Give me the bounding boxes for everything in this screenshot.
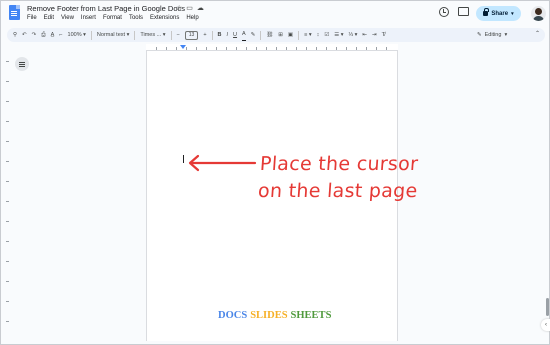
highlight-icon[interactable]: ✎ xyxy=(251,29,256,41)
font-value: Times ... xyxy=(140,32,162,38)
side-panel-toggle-icon[interactable]: ‹ xyxy=(541,319,550,331)
share-button[interactable]: Share ▾ xyxy=(476,6,521,21)
zoom-select[interactable]: 100% ▾ xyxy=(68,29,86,41)
zoom-value: 100% xyxy=(67,32,82,38)
style-select[interactable]: Normal text ▾ xyxy=(97,29,129,41)
vertical-ruler[interactable] xyxy=(4,51,11,341)
share-label: Share xyxy=(491,10,509,17)
undo-icon[interactable]: ↶ xyxy=(22,29,27,41)
align-icon[interactable]: ≡ ▾ xyxy=(304,29,312,41)
menu-file[interactable]: File xyxy=(27,15,37,21)
italic-button[interactable]: I xyxy=(227,29,229,41)
numbered-list-icon[interactable]: ⅓ ▾ xyxy=(349,29,358,41)
menu-tools[interactable]: Tools xyxy=(129,15,143,21)
comments-icon[interactable] xyxy=(458,7,469,16)
move-folder-icon[interactable]: ▭ xyxy=(186,4,193,12)
annotation-arrow-icon xyxy=(188,154,257,172)
checklist-icon[interactable]: ☑ xyxy=(324,29,329,41)
star-icon[interactable]: ☆ xyxy=(176,4,182,12)
annotation-text: Place the cursor on the last page xyxy=(257,151,420,205)
underline-button[interactable]: U xyxy=(233,29,237,41)
divider xyxy=(134,30,136,40)
divider xyxy=(260,30,262,40)
increase-indent-icon[interactable]: ⇥ xyxy=(372,29,377,41)
bold-button[interactable]: B xyxy=(218,29,222,41)
clear-formatting-icon[interactable]: T̸ xyxy=(382,29,385,41)
paint-format-icon[interactable]: ⌐ xyxy=(59,29,62,41)
decrease-indent-icon[interactable]: ⇤ xyxy=(362,29,367,41)
footer-word-slides: SLIDES xyxy=(250,310,288,321)
search-menus-icon[interactable]: ⚲ xyxy=(13,29,17,41)
editing-mode-label: Editing xyxy=(484,32,502,38)
lock-icon xyxy=(483,8,490,16)
print-icon[interactable]: ⎙ xyxy=(41,29,45,41)
footer-word-docs: DOCS xyxy=(218,310,248,321)
menu-format[interactable]: Format xyxy=(103,15,122,21)
increase-font-size-button[interactable]: + xyxy=(203,29,206,41)
line-spacing-icon[interactable]: ↕ xyxy=(317,29,320,41)
divider xyxy=(90,30,92,40)
cloud-saved-icon[interactable]: ☁ xyxy=(197,4,204,12)
version-history-icon[interactable] xyxy=(439,7,449,17)
page-footer[interactable]: DOCS SLIDES SHEETS xyxy=(218,310,331,321)
font-select[interactable]: Times ... ▾ xyxy=(140,29,165,41)
menu-help[interactable]: Help xyxy=(186,15,198,21)
editing-mode-select[interactable]: ✎ Editing ▾ xyxy=(477,29,507,41)
annotation-line-1: Place the cursor xyxy=(259,153,419,175)
scrollbar[interactable] xyxy=(546,298,549,316)
docs-logo-icon[interactable] xyxy=(9,5,20,20)
divider xyxy=(211,30,213,40)
title-bar: Remove Footer from Last Page in Google D… xyxy=(1,1,550,27)
footer-word-sheets: SHEETS xyxy=(290,310,332,321)
avatar[interactable] xyxy=(531,6,546,21)
insert-image-icon[interactable]: ▣ xyxy=(288,29,293,41)
divider xyxy=(170,30,172,40)
menu-view[interactable]: View xyxy=(61,15,74,21)
style-value: Normal text xyxy=(96,32,126,38)
hide-menus-icon[interactable]: ⌃ xyxy=(535,30,540,37)
insert-link-icon[interactable]: ⛓ xyxy=(266,29,273,41)
redo-icon[interactable]: ↷ xyxy=(32,29,37,41)
decrease-font-size-button[interactable]: − xyxy=(177,29,180,41)
menu-extensions[interactable]: Extensions xyxy=(150,15,179,21)
chevron-down-icon: ▾ xyxy=(511,10,514,17)
document-title[interactable]: Remove Footer from Last Page in Google D… xyxy=(27,4,185,13)
menu-bar: File Edit View Insert Format Tools Exten… xyxy=(27,15,199,21)
menu-insert[interactable]: Insert xyxy=(81,15,96,21)
font-size-input[interactable]: 13 xyxy=(184,30,199,40)
text-color-button[interactable]: A xyxy=(242,29,246,41)
annotation-line-2: on the last page xyxy=(257,180,419,202)
text-cursor xyxy=(183,155,184,163)
add-comment-icon[interactable]: ⊞ xyxy=(278,29,283,41)
chevron-down-icon: ▾ xyxy=(504,32,508,38)
toolbar: ⚲ ↶ ↷ ⎙ A̲ ⌐ 100% ▾ Normal text ▾ Times … xyxy=(7,28,545,42)
document-outline-button[interactable] xyxy=(15,57,29,71)
menu-edit[interactable]: Edit xyxy=(44,15,54,21)
pencil-icon: ✎ xyxy=(477,32,482,38)
app-window: Remove Footer from Last Page in Google D… xyxy=(0,0,550,345)
title-icons: ☆ ▭ ☁ xyxy=(176,4,204,12)
indent-marker[interactable] xyxy=(180,45,186,49)
divider xyxy=(298,30,300,40)
bulleted-list-icon[interactable]: ☰ ▾ xyxy=(334,29,343,41)
spellcheck-icon[interactable]: A̲ xyxy=(51,29,55,41)
